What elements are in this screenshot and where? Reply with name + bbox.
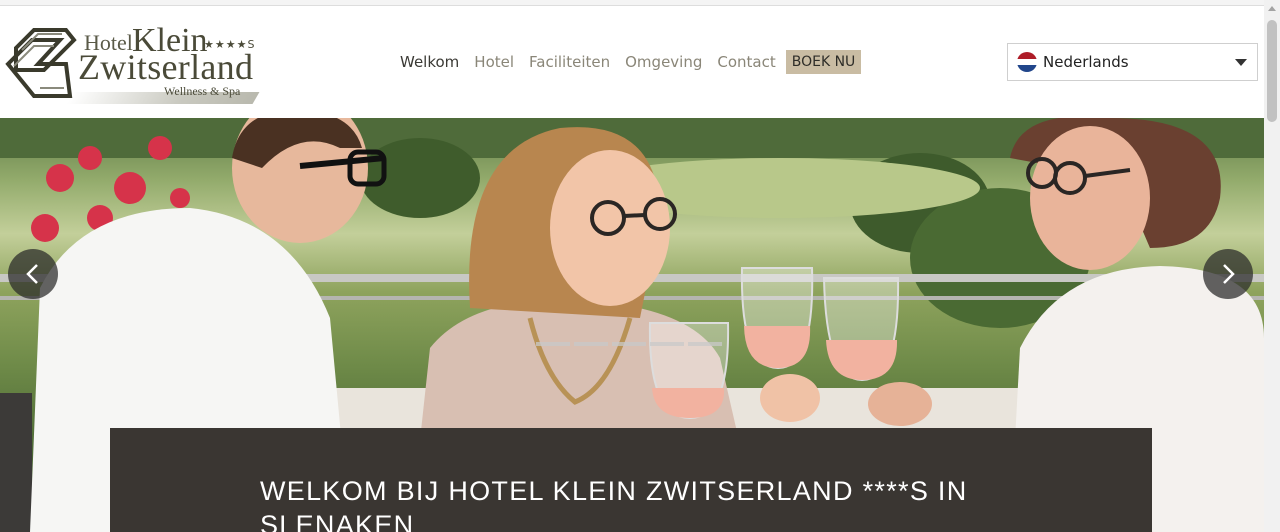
woman-right-face xyxy=(1030,126,1150,270)
chevron-right-icon xyxy=(1223,264,1235,284)
chevron-left-icon xyxy=(26,264,38,284)
nav-item-contact[interactable]: Contact xyxy=(717,50,775,74)
flag-stripe-blue xyxy=(1017,65,1037,72)
nav-item-omgeving[interactable]: Omgeving xyxy=(625,50,702,74)
hotel-logo[interactable]: Hotel Klein ★★★★S Zwitserland Wellness &… xyxy=(4,22,260,104)
nav-item-faciliteiten[interactable]: Faciliteiten xyxy=(529,50,610,74)
slide-indicator[interactable] xyxy=(650,342,684,346)
page-scrollbar[interactable] xyxy=(1264,0,1280,532)
slide-indicator[interactable] xyxy=(688,342,722,346)
flag-stripe-red xyxy=(1017,52,1037,59)
main-nav: Welkom Hotel Faciliteiten Omgeving Conta… xyxy=(400,50,862,74)
language-select[interactable]: Nederlands xyxy=(1007,43,1258,81)
slide-indicator[interactable] xyxy=(536,342,570,346)
book-now-button[interactable]: BOEK NU xyxy=(785,50,862,74)
hand-center xyxy=(760,374,820,422)
chevron-down-icon xyxy=(1235,59,1247,66)
nav-item-hotel[interactable]: Hotel xyxy=(474,50,514,74)
welcome-panel: WELKOM BIJ HOTEL KLEIN ZWITSERLAND ****S… xyxy=(110,428,1152,532)
site-header: Hotel Klein ★★★★S Zwitserland Wellness &… xyxy=(0,6,1264,118)
logo-zwitserland-text: Zwitserland xyxy=(78,47,254,87)
scroll-up-icon[interactable] xyxy=(1268,6,1276,11)
slider-next-button[interactable] xyxy=(1203,249,1253,299)
language-label: Nederlands xyxy=(1043,53,1129,71)
hero-slider: WELKOM BIJ HOTEL KLEIN ZWITSERLAND ****S… xyxy=(0,118,1264,532)
slide-indicator[interactable] xyxy=(574,342,608,346)
logo-subtitle: Wellness & Spa xyxy=(164,84,241,98)
logo-mark-icon xyxy=(5,28,77,98)
hand-right xyxy=(868,382,932,426)
slider-indicators xyxy=(536,342,726,346)
slider-prev-button[interactable] xyxy=(8,249,58,299)
welcome-heading: WELKOM BIJ HOTEL KLEIN ZWITSERLAND ****S… xyxy=(260,476,968,532)
slide-indicator[interactable] xyxy=(612,342,646,346)
scrollbar-thumb[interactable] xyxy=(1267,20,1277,122)
nav-item-welkom[interactable]: Welkom xyxy=(400,50,459,74)
flag-stripe-white xyxy=(1017,58,1037,66)
wicker-chair xyxy=(0,393,32,532)
netherlands-flag-icon xyxy=(1017,52,1037,72)
